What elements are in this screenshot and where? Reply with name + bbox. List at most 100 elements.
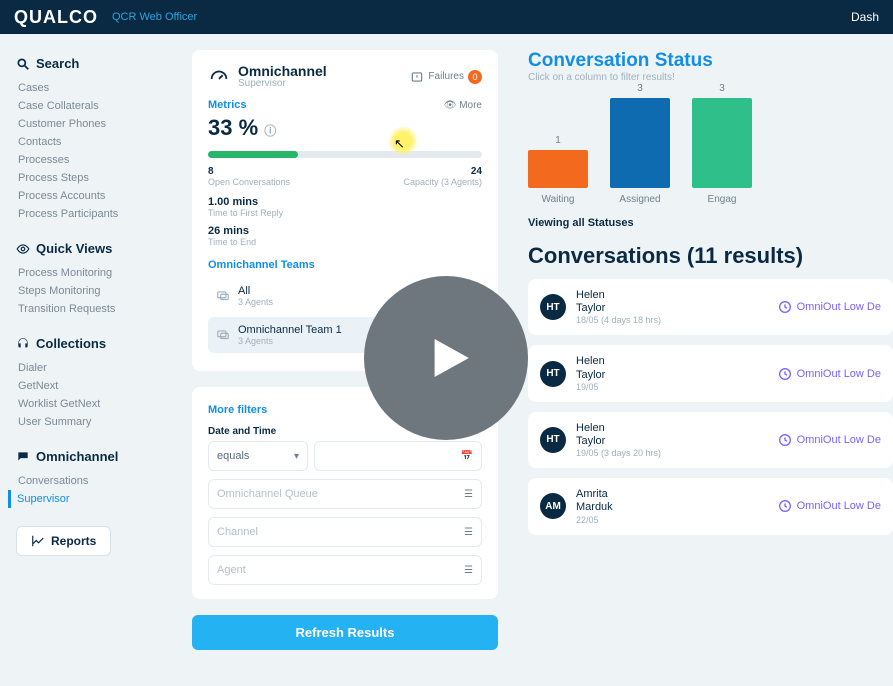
eye-icon	[16, 242, 30, 256]
conv-name: AmritaMarduk	[576, 488, 613, 514]
chat-icon	[16, 450, 30, 464]
sidebar-item-steps-monitoring[interactable]: Steps Monitoring	[16, 282, 170, 300]
sidebar-item-worklist-getnext[interactable]: Worklist GetNext	[16, 395, 170, 413]
sidebar: Search Cases Case Collaterals Customer P…	[0, 34, 180, 686]
sidebar-item-process-accounts[interactable]: Process Accounts	[16, 187, 170, 205]
chat-icon	[216, 289, 230, 303]
sidebar-omnichannel-header[interactable]: Omnichannel	[16, 449, 170, 464]
conv-meta: 22/05	[576, 515, 613, 525]
bar-left-text: Open Conversations	[208, 177, 290, 187]
reports-button[interactable]: Reports	[16, 526, 111, 556]
topbar-right-link[interactable]: Dash	[851, 10, 879, 24]
sidebar-search-header[interactable]: Search	[16, 56, 170, 71]
gauge-icon	[208, 66, 230, 88]
play-icon	[408, 320, 484, 396]
avatar: HT	[540, 361, 566, 387]
sidebar-quickviews-header[interactable]: Quick Views	[16, 241, 170, 256]
conv-name: HelenTaylor	[576, 355, 605, 381]
chart-value: 3	[719, 83, 725, 94]
avatar: AM	[540, 493, 566, 519]
right-panel: Conversation Status Click on a column to…	[510, 34, 893, 686]
headset-icon	[16, 337, 30, 351]
sidebar-item-dialer[interactable]: Dialer	[16, 359, 170, 377]
filter-icon: ☰	[464, 527, 473, 538]
avatar: HT	[540, 294, 566, 320]
conversation-row[interactable]: HT HelenTaylor18/05 (4 days 18 hrs) OmniOu…	[528, 279, 893, 335]
sidebar-item-getnext[interactable]: GetNext	[16, 377, 170, 395]
sidebar-item-process-steps[interactable]: Process Steps	[16, 169, 170, 187]
metrics-more-link[interactable]: 👁 More	[444, 100, 482, 111]
reports-label: Reports	[51, 534, 96, 548]
search-icon	[16, 57, 30, 71]
conversation-row[interactable]: HTHelenTaylor19/05OmniOut Low De	[528, 345, 893, 401]
more-filters-label: More filters	[208, 404, 267, 416]
sidebar-item-process-participants[interactable]: Process Participants	[16, 205, 170, 223]
date-operator-select[interactable]: equals▾	[208, 441, 308, 471]
chart-column-engag[interactable]: 3 Engag	[692, 83, 752, 205]
viewing-label: Viewing all Statuses	[528, 217, 893, 229]
end-time: 26 mins	[208, 226, 482, 237]
chart-column-assigned[interactable]: 3 Assigned	[610, 83, 670, 205]
conversation-row[interactable]: HTHelenTaylor19/05 (3 days 20 hrs)OmniOu…	[528, 412, 893, 468]
queue-select[interactable]: Omnichannel Queue☰	[208, 479, 482, 509]
tag-icon	[777, 299, 793, 315]
sidebar-item-supervisor[interactable]: Supervisor	[8, 490, 170, 508]
chart-column-waiting[interactable]: 1Waiting	[528, 135, 588, 205]
agent-select[interactable]: Agent☰	[208, 555, 482, 585]
warning-icon	[410, 70, 424, 84]
metrics-label: Metrics	[208, 99, 247, 111]
play-overlay-button[interactable]	[364, 276, 528, 440]
channel-select[interactable]: Channel☰	[208, 517, 482, 547]
end-time-label: Time to End	[208, 237, 482, 247]
team-all-label: All	[238, 285, 273, 297]
sidebar-item-user-summary[interactable]: User Summary	[16, 413, 170, 431]
sidebar-quickviews-label: Quick Views	[36, 241, 112, 256]
tag-icon	[777, 498, 793, 514]
chart-label: Assigned	[619, 194, 660, 205]
subbrand: QCR Web Officer	[112, 11, 197, 23]
sidebar-collections-header[interactable]: Collections	[16, 336, 170, 351]
reply-time-label: Time to First Reply	[208, 208, 482, 218]
sidebar-omnichannel-label: Omnichannel	[36, 449, 118, 464]
brand: QUALCO	[14, 7, 98, 28]
chart-value: 3	[637, 83, 643, 94]
sidebar-item-cases[interactable]: Cases	[16, 79, 170, 97]
sidebar-item-processes[interactable]: Processes	[16, 151, 170, 169]
chart-icon	[31, 534, 45, 548]
sidebar-search-label: Search	[36, 56, 79, 71]
page-subtitle: Supervisor	[238, 78, 327, 89]
refresh-button[interactable]: Refresh Results	[192, 615, 498, 650]
sidebar-item-conversations[interactable]: Conversations	[16, 472, 170, 490]
conversation-status-sub: Click on a column to filter results!	[528, 72, 893, 83]
sidebar-item-customer-phones[interactable]: Customer Phones	[16, 115, 170, 133]
teams-label: Omnichannel Teams	[208, 259, 482, 271]
conv-tag: OmniOut Low De	[797, 301, 881, 313]
avatar: HT	[540, 427, 566, 453]
chevron-down-icon: ▾	[294, 451, 299, 462]
page-title: Omnichannel	[238, 64, 327, 78]
date-input[interactable]: 📅	[314, 441, 482, 471]
failures-badge: 0	[468, 70, 482, 84]
sidebar-item-process-monitoring[interactable]: Process Monitoring	[16, 264, 170, 282]
filter-icon: ☰	[464, 565, 473, 576]
sidebar-collections-label: Collections	[36, 336, 106, 351]
conv-meta: 19/05	[576, 382, 605, 392]
status-chart[interactable]: 1Waiting3Assigned3Engag	[528, 95, 893, 205]
calendar-icon: 📅	[461, 451, 473, 462]
tag-icon	[777, 366, 793, 382]
team-all-sub: 3 Agents	[238, 297, 273, 307]
sidebar-item-contacts[interactable]: Contacts	[16, 133, 170, 151]
tag-icon	[777, 432, 793, 448]
conv-tag: OmniOut Low De	[797, 500, 881, 512]
conversation-row[interactable]: AM AmritaMarduk22/05 OmniOut Low De	[528, 478, 893, 534]
sidebar-item-transition-requests[interactable]: Transition Requests	[16, 300, 170, 318]
conversations-title: Conversations (11 results)	[528, 243, 893, 269]
filter-icon: ☰	[464, 489, 473, 500]
conversation-status-title: Conversation Status	[528, 50, 893, 72]
chat-icon	[216, 328, 230, 342]
sidebar-item-case-collaterals[interactable]: Case Collaterals	[16, 97, 170, 115]
failures-label[interactable]: Failures	[428, 71, 464, 82]
conv-name: HelenTaylor	[576, 289, 661, 315]
conv-meta: 18/05 (4 days 18 hrs)	[576, 315, 661, 325]
chart-label: Engag	[708, 194, 737, 205]
